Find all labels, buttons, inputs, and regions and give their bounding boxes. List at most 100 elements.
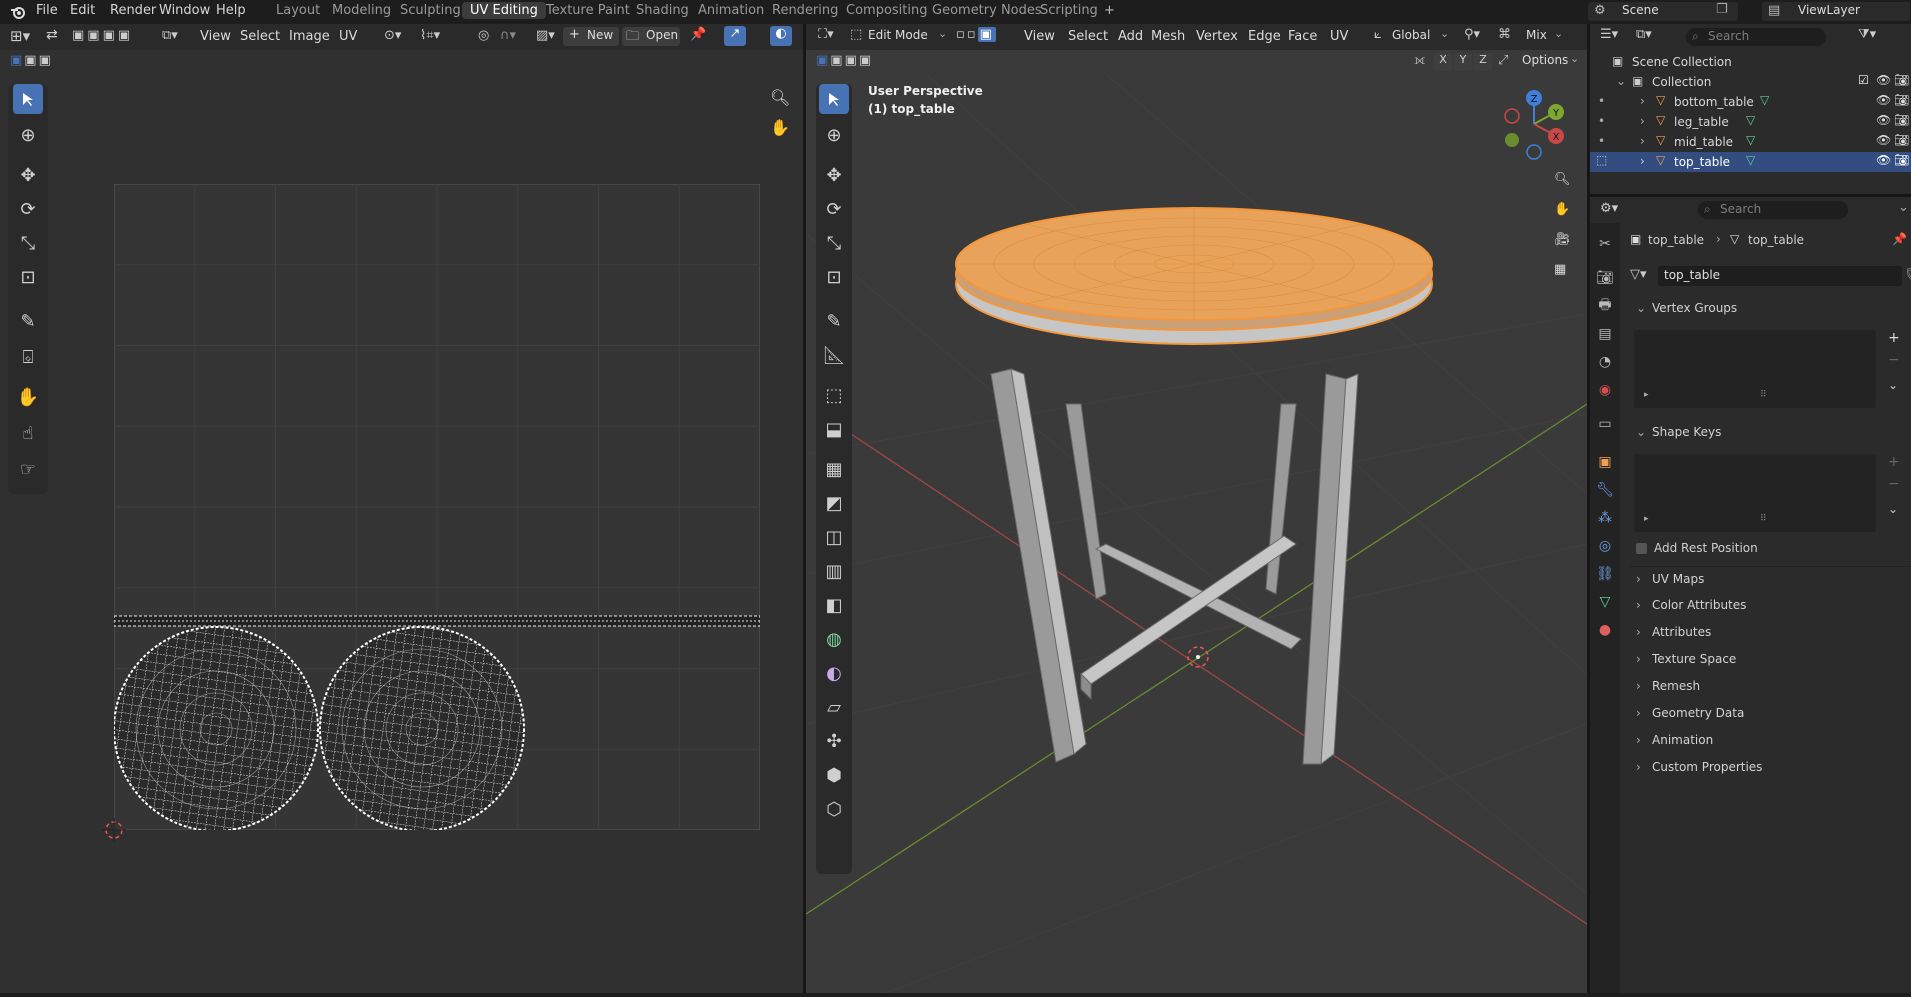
vertex-edge-face-icons[interactable]: ▫▫ ▣ bbox=[956, 27, 996, 42]
vertex-group-specials-button[interactable]: ⌄ bbox=[1888, 378, 1898, 392]
shape-key-specials-button[interactable]: ⌄ bbox=[1888, 502, 1898, 516]
geometry-data-panel[interactable]: › Geometry Data bbox=[1630, 701, 1911, 728]
viewport-menu-face[interactable]: Face bbox=[1288, 29, 1317, 44]
outliner-item-leg-table[interactable]: • › ▽ leg_table ▽ 👁︎ 📷︎ bbox=[1590, 112, 1911, 132]
measure-tool[interactable]: 📐︎ bbox=[819, 340, 849, 370]
properties-type-icon[interactable]: ⚙▾ bbox=[1600, 201, 1618, 216]
uv-select-mode-icons[interactable]: ▣▣▣ bbox=[10, 53, 53, 68]
relax-tool[interactable]: ☝ bbox=[13, 418, 43, 448]
collection-row[interactable]: ⌄ ▣ Collection ☑ 👁︎ 📷︎ bbox=[1590, 72, 1911, 92]
snapping-icon[interactable]: ⌘ bbox=[1498, 27, 1511, 42]
overlay-toggle-icon[interactable]: ◐ bbox=[770, 26, 792, 46]
visibility-eye-icon[interactable]: 👁︎ bbox=[1876, 113, 1891, 127]
options-dropdown[interactable]: Options ⌄ bbox=[1518, 52, 1580, 71]
pivot-icon[interactable]: ⊙▾ bbox=[384, 28, 401, 43]
scene-selector[interactable]: ⚙ Scene ❐ bbox=[1588, 2, 1738, 21]
remove-vertex-group-button[interactable]: − bbox=[1888, 352, 1900, 368]
add-shape-key-button[interactable]: + bbox=[1888, 454, 1900, 470]
visibility-eye-icon[interactable]: 👁︎ bbox=[1876, 153, 1891, 167]
add-cube-tool[interactable]: ⬚ bbox=[819, 380, 849, 410]
poly-build-tool[interactable]: ◧ bbox=[819, 590, 849, 620]
move-tool[interactable]: ✥ bbox=[13, 160, 43, 190]
render-camera-icon[interactable]: 📷︎ bbox=[1894, 73, 1909, 87]
menu-file[interactable]: File bbox=[36, 3, 58, 18]
viewport-menu-vertex[interactable]: Vertex bbox=[1196, 29, 1238, 44]
mesh-name-field[interactable]: top_table bbox=[1658, 266, 1902, 286]
tab-shading[interactable]: Shading bbox=[636, 3, 689, 18]
3d-cursor-icon[interactable] bbox=[1187, 646, 1209, 668]
pan-hand-icon[interactable]: ✋ bbox=[770, 118, 790, 137]
tool-tab-icon[interactable]: ✂ bbox=[1595, 234, 1615, 254]
2d-cursor-icon[interactable] bbox=[102, 818, 126, 842]
collection-tab-icon[interactable]: ▭ bbox=[1595, 414, 1615, 434]
material-tab-icon[interactable]: ● bbox=[1595, 620, 1615, 640]
select-box-tool[interactable] bbox=[13, 84, 43, 114]
viewport-menu-view[interactable]: View bbox=[1024, 29, 1055, 44]
zoom-icon[interactable]: 🔍︎ bbox=[1554, 172, 1571, 187]
viewport-scene[interactable] bbox=[805, 73, 1588, 994]
blender-logo-icon[interactable] bbox=[10, 4, 26, 20]
properties-search[interactable]: ⌕ Search bbox=[1698, 201, 1848, 219]
tab-geometry-nodes[interactable]: Geometry Nodes bbox=[932, 3, 1042, 18]
shrink-fatten-tool[interactable]: ✣ bbox=[819, 726, 849, 756]
render-camera-icon[interactable]: 📷︎ bbox=[1894, 133, 1909, 147]
outliner-item-mid-table[interactable]: • › ▽ mid_table ▽ 👁︎ 📷︎ bbox=[1590, 132, 1911, 152]
mode-selector[interactable]: ⬚ Edit Mode ⌄ bbox=[850, 27, 950, 46]
extrude-tool[interactable]: ⬓ bbox=[819, 414, 849, 444]
tab-modeling[interactable]: Modeling bbox=[332, 3, 391, 18]
expand-triangle-icon[interactable]: ▸ bbox=[1644, 514, 1649, 524]
pin-icon[interactable]: 📌 bbox=[1892, 232, 1907, 246]
mirror-axis-y[interactable]: Y bbox=[1454, 53, 1472, 71]
color-attributes-panel[interactable]: › Color Attributes bbox=[1630, 593, 1911, 620]
transform-tool[interactable]: ⊡ bbox=[13, 262, 43, 292]
vertex-groups-list[interactable]: ▸ ⠿ bbox=[1634, 330, 1876, 408]
mirror-axis-x[interactable]: X bbox=[1434, 53, 1452, 71]
tab-compositing[interactable]: Compositing bbox=[846, 3, 928, 18]
display-mode-icon[interactable]: ⧉▾ bbox=[1636, 27, 1652, 42]
annotate-tool[interactable]: ✎ bbox=[13, 306, 43, 336]
expand-triangle-icon[interactable]: ▸ bbox=[1644, 390, 1649, 400]
camera-view-icon[interactable]: 🎥︎ bbox=[1554, 232, 1571, 247]
open-image-button[interactable]: 🗀 Open bbox=[622, 27, 680, 46]
knife-tool[interactable]: ▥ bbox=[819, 556, 849, 586]
menu-help[interactable]: Help bbox=[216, 3, 246, 18]
loop-cut-tool[interactable]: ◫ bbox=[819, 522, 849, 552]
mirror-axis-z[interactable]: Z bbox=[1474, 53, 1492, 71]
rotate-tool[interactable]: ⟳ bbox=[13, 194, 43, 224]
shear-tool[interactable]: ⬢ bbox=[819, 760, 849, 790]
proportional-edit-icon[interactable]: ◎ bbox=[478, 28, 489, 43]
auto-merge-icon[interactable]: ⤢ bbox=[1498, 53, 1508, 68]
grab-tool[interactable]: ✋ bbox=[13, 382, 43, 412]
rip-tool[interactable]: ⌺ bbox=[13, 342, 43, 372]
uv-menu-image[interactable]: Image bbox=[289, 29, 330, 44]
snap-icon[interactable]: ⌇⌗▾ bbox=[420, 28, 440, 43]
viewport-menu-mesh[interactable]: Mesh bbox=[1151, 29, 1185, 44]
mesh-browse-icon[interactable]: ▽▾ bbox=[1630, 267, 1647, 282]
transform-orientation-dropdown[interactable]: ⟀ Global ⌄ bbox=[1374, 27, 1454, 46]
remesh-panel[interactable]: › Remesh bbox=[1630, 674, 1911, 701]
sticky-select-icon[interactable]: ⧉▾ bbox=[162, 28, 178, 43]
scene-tab-icon[interactable]: ◔ bbox=[1595, 352, 1615, 372]
gizmo-toggle-icon[interactable]: ↗ bbox=[724, 26, 746, 46]
annotate-tool[interactable]: ✎ bbox=[819, 306, 849, 336]
fake-user-icon[interactable]: 🛡︎ bbox=[1904, 267, 1911, 282]
particles-tab-icon[interactable]: ⁂ bbox=[1595, 508, 1615, 528]
visibility-eye-icon[interactable]: 👁︎ bbox=[1876, 73, 1891, 87]
physics-tab-icon[interactable]: ◎ bbox=[1595, 536, 1615, 556]
outliner-item-top-table[interactable]: ⬚ › ▽ top_table ▽ 👁︎ 📷︎ bbox=[1590, 152, 1911, 172]
menu-edit[interactable]: Edit bbox=[70, 3, 95, 18]
resize-grip-icon[interactable]: ⠿ bbox=[1760, 514, 1767, 524]
checkbox-icon[interactable]: ☑ bbox=[1858, 73, 1869, 87]
tab-layout[interactable]: Layout bbox=[276, 3, 320, 18]
world-tab-icon[interactable]: ◉ bbox=[1595, 380, 1615, 400]
chevron-down-icon[interactable]: ⌄ bbox=[1898, 200, 1909, 215]
render-camera-icon[interactable]: 📷︎ bbox=[1894, 153, 1909, 167]
tab-rendering[interactable]: Rendering bbox=[772, 3, 838, 18]
inset-tool[interactable]: ▦ bbox=[819, 454, 849, 484]
tab-texture-paint[interactable]: Texture Paint bbox=[546, 3, 630, 18]
image-browse-icon[interactable]: ▨▾ bbox=[536, 28, 555, 43]
uv-grid-canvas[interactable] bbox=[113, 183, 761, 832]
resize-grip-icon[interactable]: ⠿ bbox=[1760, 390, 1767, 400]
uv-menu-select[interactable]: Select bbox=[240, 29, 280, 44]
add-rest-position-row[interactable]: Add Rest Position bbox=[1634, 540, 1894, 558]
